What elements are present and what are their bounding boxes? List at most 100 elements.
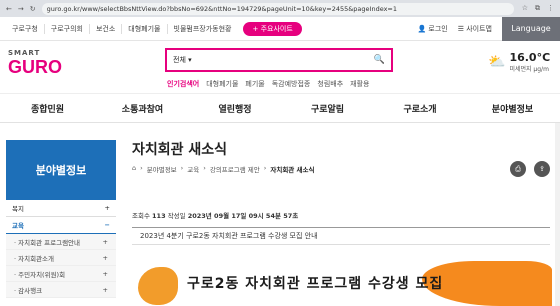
banner-decoration: [138, 267, 178, 305]
page-title: 자치회관 새소식: [132, 142, 228, 158]
main-nav: 종합민원 소통과참여 열린행정 구로알림 구로소개 분야별정보: [0, 93, 560, 123]
sidebar-subitem[interactable]: · 감사행크 +: [6, 282, 116, 298]
post-banner-image: 구로2동 자치회관 프로그램 수강생 모집: [132, 261, 552, 306]
date-label: 작성일: [167, 212, 186, 220]
keyword-link[interactable]: 폐기물: [245, 79, 264, 89]
print-icon[interactable]: ⎙: [510, 161, 526, 177]
nav-item[interactable]: 소통과참여: [95, 102, 190, 115]
breadcrumb-separator: ›: [263, 164, 267, 172]
sidebar-item-education[interactable]: 교육 −: [6, 217, 116, 234]
breadcrumb-item[interactable]: 강의프로그램 제안: [210, 164, 260, 174]
url-text: guro.go.kr/www/selectBbsNttView.do?bbsNo…: [46, 4, 398, 13]
utility-links: 구로구청 구로구의회 보건소 대형폐기물 빗물펌프장가동현황: [0, 23, 238, 34]
sitemap-icon: ☰: [457, 24, 467, 33]
nav-item[interactable]: 구로알림: [280, 102, 375, 115]
main-content: 자치회관 새소식 ⌂ › 분야별정보 › 교육 › 강의프로그램 제안 › 자치…: [132, 123, 560, 306]
site-header: SMART GURO 전체 ▾ 🔍 인기검색어 대형폐기물 폐기물 독감예방접종…: [0, 41, 560, 93]
main-sites-label: 주요사이트: [260, 24, 293, 33]
breadcrumb-item[interactable]: 분야별정보: [147, 164, 177, 174]
language-label: Language: [511, 24, 551, 33]
post-meta: 조회수 113 작성일 2023년 09월 17일 09시 54분 57초: [132, 210, 298, 220]
keyword-link[interactable]: 재활용: [350, 79, 369, 89]
views-label: 조회수: [132, 212, 150, 220]
views-count: 113: [152, 212, 166, 220]
breadcrumb-separator: ›: [180, 164, 184, 172]
browser-nav: ← → ↻: [6, 5, 36, 13]
popular-keywords: 인기검색어 대형폐기물 폐기물 독감예방접종 청림배추 재활용: [167, 79, 369, 89]
scrollbar[interactable]: [555, 123, 560, 306]
post-title: 2023년 4분기 구로2동 자치회관 프로그램 수강생 모집 안내: [132, 227, 550, 245]
language-button[interactable]: Language: [502, 16, 560, 41]
sidebar-subitem[interactable]: · 자치회관소개 +: [6, 250, 116, 266]
sidebar-menu: 복지 + 교육 − · 자치회관 프로그램안내 + · 자치회관소개 + · 주민자치(…: [6, 200, 116, 298]
sidebar-item-label: 복지: [12, 205, 24, 213]
keyword-link[interactable]: 대형폐기물: [206, 79, 238, 89]
sidebar-subitem-label: 주민자치(위원)회: [18, 270, 66, 279]
util-link[interactable]: 구로구청: [6, 23, 45, 34]
login-link[interactable]: 👤 로그인: [417, 24, 447, 34]
expand-icon: +: [102, 269, 108, 278]
back-icon[interactable]: ←: [6, 5, 12, 13]
search-box[interactable]: 전체 ▾ 🔍: [165, 48, 393, 72]
expand-icon: +: [102, 285, 108, 294]
sitemap-label: 사이트맵: [466, 24, 492, 33]
user-icon: 👤: [417, 24, 429, 33]
page-tools: ⎙ ⇪: [510, 161, 550, 177]
share-icon[interactable]: ⇪: [534, 161, 550, 177]
home-icon[interactable]: ⌂: [132, 164, 136, 174]
sidebar-subitem-label: 자치회관 프로그램안내: [18, 238, 81, 247]
weather-widget: ⛅ 16.0°C 미세먼지 µg/m: [488, 51, 550, 73]
keyword-link[interactable]: 독감예방접종: [272, 79, 311, 89]
page-body: 분야별정보 복지 + 교육 − · 자치회관 프로그램안내 + · 자치회관소개 + ·…: [0, 123, 560, 306]
plus-icon: +: [252, 24, 261, 33]
utility-right: 👤 로그인 ☰ 사이트맵 Language: [417, 16, 560, 41]
popular-keywords-title: 인기검색어: [167, 80, 200, 88]
sidebar-item-label: 교육: [12, 222, 24, 230]
sidebar-subitem-label: 감사행크: [18, 286, 43, 295]
menu-icon[interactable]: ⋮: [547, 4, 554, 13]
breadcrumb-item[interactable]: 교육: [187, 164, 199, 174]
sidebar-subitem[interactable]: · 주민자치(위원)회 +: [6, 266, 116, 282]
bookmark-star-icon[interactable]: ☆: [522, 4, 528, 13]
util-link[interactable]: 빗물펌프장가동현황: [168, 24, 238, 34]
nav-item[interactable]: 열린행정: [190, 102, 280, 115]
nav-item[interactable]: 구로소개: [375, 102, 465, 115]
weather-cloud-icon: ⛅: [488, 54, 506, 70]
keyword-link[interactable]: 청림배추: [317, 79, 343, 89]
post-title-text: 2023년 4분기 구로2동 자치회관 프로그램 수강생 모집 안내: [140, 232, 318, 240]
sidebar-item-welfare[interactable]: 복지 +: [6, 200, 116, 217]
breadcrumb: ⌂ › 분야별정보 › 교육 › 강의프로그램 제안 › 자치회관 새소식: [132, 164, 314, 174]
nav-item[interactable]: 분야별정보: [465, 102, 560, 115]
logo-text: GURO: [8, 57, 62, 77]
expand-icon: +: [102, 237, 108, 246]
collapse-icon: −: [104, 221, 110, 229]
site-logo[interactable]: SMART GURO: [8, 49, 62, 78]
util-link[interactable]: 대형폐기물: [122, 23, 168, 34]
sidebar-subitem[interactable]: · 자치회관 프로그램안내 +: [6, 234, 116, 250]
browser-toolbar: ← → ↻ guro.go.kr/www/selectBbsNttView.do…: [0, 0, 560, 17]
main-sites-button[interactable]: + 주요사이트: [243, 21, 302, 36]
browser-actions: ☆ ⧉ ⋮: [522, 4, 554, 13]
utility-bar: 구로구청 구로구의회 보건소 대형폐기물 빗물펌프장가동현황 + 주요사이트 👤…: [0, 16, 560, 41]
address-bar[interactable]: guro.go.kr/www/selectBbsNttView.do?bbsNo…: [41, 2, 514, 15]
expand-icon: +: [102, 253, 108, 262]
breadcrumb-current: 자치회관 새소식: [270, 166, 315, 174]
banner-title: 구로2동 자치회관 프로그램 수강생 모집: [187, 276, 444, 292]
logo-small-text: SMART: [8, 49, 41, 57]
search-icon[interactable]: 🔍: [374, 55, 385, 65]
sidebar-title: 분야별정보: [6, 140, 116, 200]
util-link[interactable]: 보건소: [90, 23, 123, 34]
util-link[interactable]: 구로구의회: [45, 23, 90, 34]
breadcrumb-separator: ›: [140, 164, 143, 172]
fine-dust: 미세먼지 µg/m: [509, 66, 549, 73]
login-label: 로그인: [428, 24, 448, 33]
search-scope-value: 전체: [173, 56, 186, 64]
reload-icon[interactable]: ↻: [30, 5, 36, 13]
breadcrumb-separator: ›: [203, 164, 206, 172]
forward-icon[interactable]: →: [18, 5, 24, 13]
expand-icon: +: [104, 204, 110, 212]
sitemap-link[interactable]: ☰ 사이트맵: [458, 24, 492, 34]
search-scope-select[interactable]: 전체 ▾: [173, 55, 233, 65]
nav-item[interactable]: 종합민원: [0, 102, 95, 115]
extensions-icon[interactable]: ⧉: [535, 4, 540, 13]
